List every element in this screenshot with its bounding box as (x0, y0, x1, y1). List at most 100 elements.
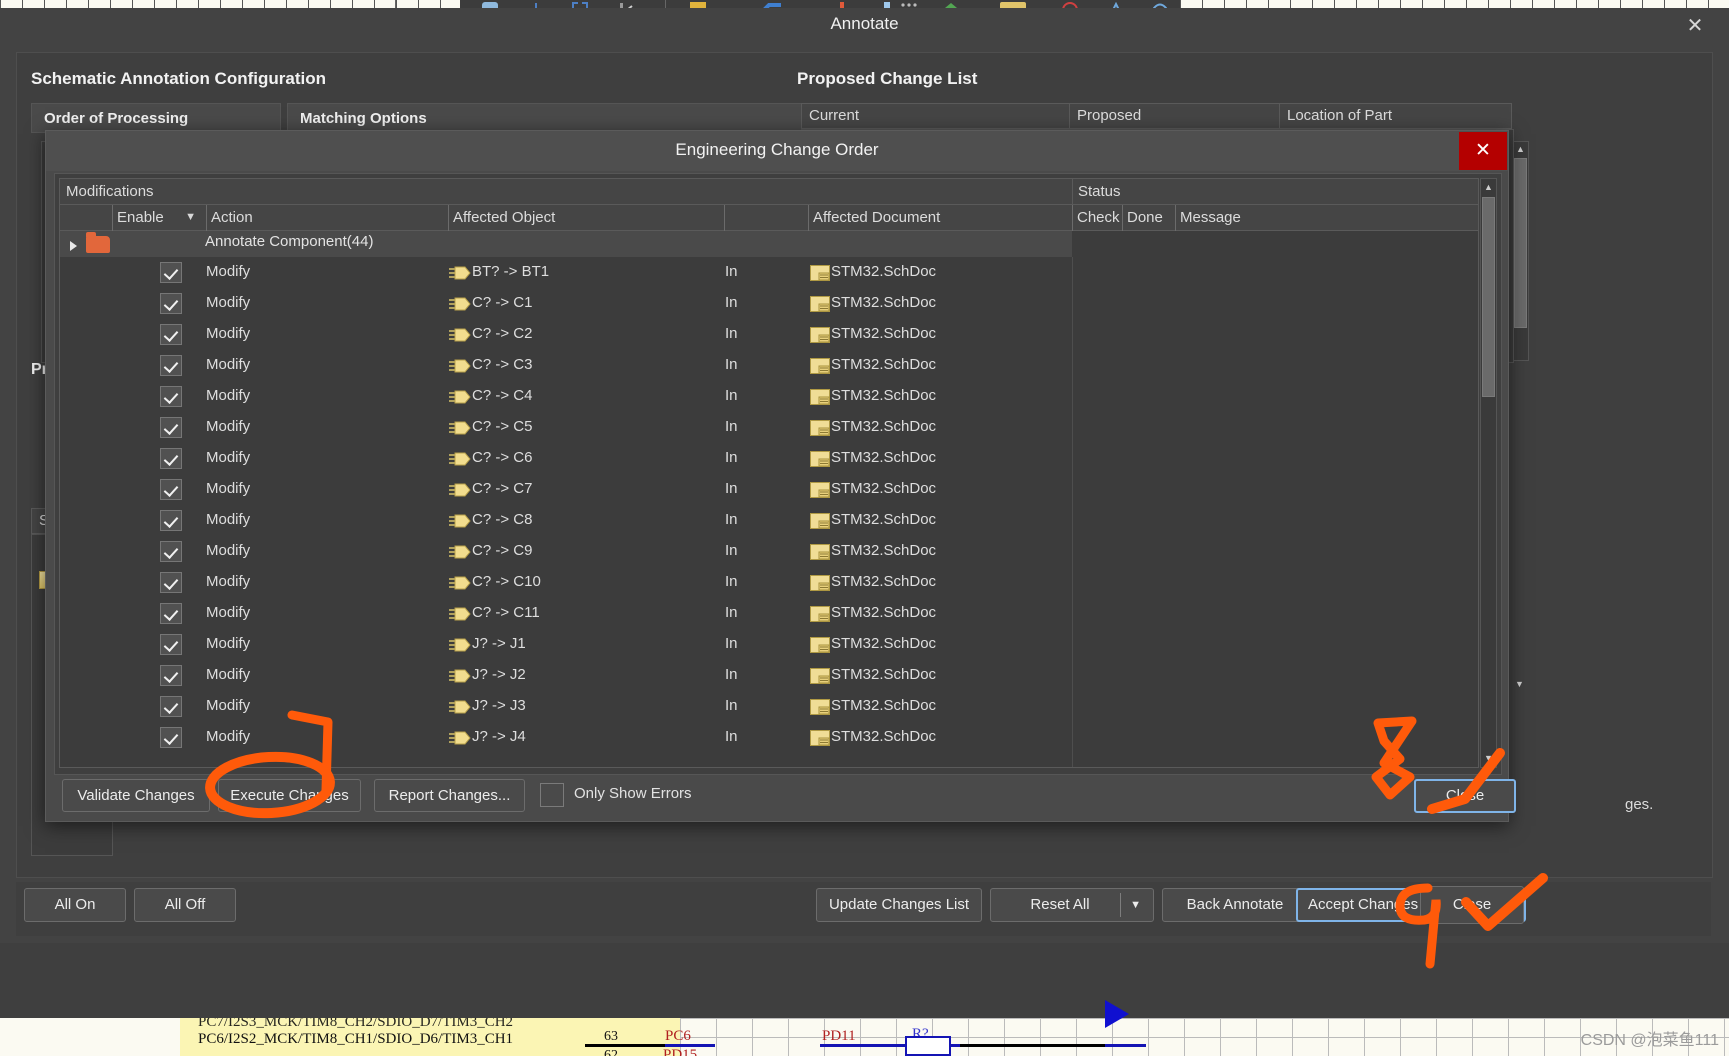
row-enable-checkbox[interactable] (160, 572, 182, 593)
table-row[interactable]: Modify J? -> J2 In STM32.SchDoc (60, 660, 1478, 691)
table-row[interactable]: Modify C? -> C6 In STM32.SchDoc (60, 443, 1478, 474)
update-changes-list-button[interactable]: Update Changes List (816, 888, 982, 922)
component-icon (449, 483, 471, 497)
scroll-up-arrow[interactable]: ▲ (1481, 180, 1496, 195)
back-annotate-button[interactable]: Back Annotate (1162, 888, 1308, 922)
table-row[interactable]: Modify C? -> C8 In STM32.SchDoc (60, 505, 1478, 536)
row-enable-checkbox[interactable] (160, 448, 182, 469)
proposed-scroll-down[interactable]: ▼ (1512, 673, 1529, 699)
row-enable-checkbox[interactable] (160, 727, 182, 748)
tab-order-of-processing[interactable]: Order of Processing (31, 103, 281, 133)
schematic-document-icon (810, 730, 830, 746)
row-enable-checkbox[interactable] (160, 417, 182, 438)
column-enable[interactable]: Enable ▼ (113, 205, 206, 231)
component-icon (449, 576, 471, 590)
row-enable-checkbox[interactable] (160, 355, 182, 376)
execute-changes-button[interactable]: Execute Changes (218, 779, 361, 812)
row-enable-checkbox[interactable] (160, 510, 182, 531)
row-affected-document: STM32.SchDoc (831, 263, 937, 280)
table-row[interactable]: Modify C? -> C10 In STM32.SchDoc (60, 567, 1478, 598)
row-affected-document: STM32.SchDoc (831, 511, 937, 528)
tab-matching-options[interactable]: Matching Options (287, 103, 802, 133)
scroll-up-arrow[interactable]: ▲ (1513, 142, 1528, 157)
table-row[interactable]: Modify BT? -> BT1 In STM32.SchDoc (60, 257, 1478, 288)
scroll-thumb[interactable] (1482, 197, 1495, 397)
expand-collapse-triangle-icon[interactable] (70, 241, 77, 251)
all-off-button[interactable]: All Off (134, 888, 236, 922)
eco-changes-grid: Modifications Status Enable ▼ Action Aff… (59, 178, 1479, 768)
eco-dialog-title: Engineering Change Order (675, 140, 879, 159)
column-affected-object[interactable]: Affected Object (449, 205, 724, 231)
chevron-down-icon[interactable]: ▼ (185, 205, 196, 230)
column-done[interactable]: Done (1123, 205, 1175, 231)
only-show-errors-label: Only Show Errors (574, 785, 692, 802)
only-show-errors-checkbox[interactable] (540, 783, 564, 807)
table-row[interactable]: Modify C? -> C2 In STM32.SchDoc (60, 319, 1478, 350)
row-in-label: In (725, 635, 738, 652)
resistor-symbol (905, 1036, 951, 1056)
schematic-cursor-arrow (1105, 1000, 1129, 1028)
row-affected-document: STM32.SchDoc (831, 542, 937, 559)
table-row[interactable]: Modify C? -> C3 In STM32.SchDoc (60, 350, 1478, 381)
scroll-down-arrow[interactable]: ▼ (1512, 677, 1527, 692)
column-current[interactable]: Current (801, 103, 1071, 129)
column-action[interactable]: Action (207, 205, 448, 231)
close-icon[interactable]: ✕ (1683, 16, 1707, 38)
table-row[interactable]: Modify C? -> C4 In STM32.SchDoc (60, 381, 1478, 412)
column-proposed[interactable]: Proposed (1069, 103, 1281, 129)
table-row[interactable]: Modify C? -> C9 In STM32.SchDoc (60, 536, 1478, 567)
table-row[interactable]: Modify J? -> J4 In STM32.SchDoc (60, 722, 1478, 753)
row-enable-checkbox[interactable] (160, 262, 182, 283)
column-message[interactable]: Message (1176, 205, 1478, 231)
row-enable-checkbox[interactable] (160, 696, 182, 717)
row-enable-checkbox[interactable] (160, 324, 182, 345)
eco-close-button[interactable]: Close (1414, 779, 1516, 813)
row-enable-checkbox[interactable] (160, 293, 182, 314)
annotate-titlebar: Annotate ✕ (0, 8, 1729, 44)
table-row[interactable]: Modify J? -> J1 In STM32.SchDoc (60, 629, 1478, 660)
row-affected-object: C? -> C8 (472, 511, 533, 528)
schematic-document-icon (810, 420, 830, 436)
row-affected-object: C? -> C3 (472, 356, 533, 373)
column-affected-document[interactable]: Affected Document (809, 205, 1072, 231)
scroll-down-arrow[interactable]: ▼ (1481, 751, 1496, 766)
row-enable-checkbox[interactable] (160, 386, 182, 407)
annotate-close-button[interactable]: Close (1420, 886, 1524, 924)
column-location-of-part[interactable]: Location of Part (1279, 103, 1512, 129)
all-on-button[interactable]: All On (24, 888, 126, 922)
group-header-modifications: Modifications (60, 179, 1072, 205)
table-row[interactable]: Modify J? -> J3 In STM32.SchDoc (60, 691, 1478, 722)
schematic-document-icon (810, 699, 830, 715)
eco-vertical-scrollbar[interactable]: ▲ ▼ (1480, 178, 1497, 768)
row-enable-checkbox[interactable] (160, 603, 182, 624)
scroll-thumb[interactable] (1514, 158, 1527, 328)
schematic-document-icon (810, 327, 830, 343)
validate-changes-button[interactable]: Validate Changes (62, 779, 210, 812)
row-enable-checkbox[interactable] (160, 665, 182, 686)
execute-changes-label: Execute Changes (230, 787, 349, 804)
row-affected-document: STM32.SchDoc (831, 449, 937, 466)
row-in-label: In (725, 325, 738, 342)
report-changes-button[interactable]: Report Changes... (374, 779, 525, 812)
table-row[interactable]: Modify C? -> C5 In STM32.SchDoc (60, 412, 1478, 443)
table-row[interactable]: Modify C? -> C11 In STM32.SchDoc (60, 598, 1478, 629)
wire-blue-2 (820, 1044, 910, 1047)
schematic-document-icon (810, 575, 830, 591)
proposed-list-scrollbar[interactable]: ▲ (1512, 141, 1529, 361)
column-check[interactable]: Check (1073, 205, 1122, 231)
table-row[interactable]: Modify C? -> C1 In STM32.SchDoc (60, 288, 1478, 319)
reset-all-divider (1120, 893, 1121, 917)
row-affected-object: J? -> J3 (472, 697, 526, 714)
component-icon (449, 452, 471, 466)
row-enable-checkbox[interactable] (160, 541, 182, 562)
chevron-down-icon[interactable]: ▼ (1130, 889, 1141, 921)
row-action: Modify (206, 635, 251, 652)
row-enable-checkbox[interactable] (160, 479, 182, 500)
table-row[interactable]: Modify C? -> C7 In STM32.SchDoc (60, 474, 1478, 505)
close-icon[interactable]: ✕ (1459, 132, 1507, 170)
reset-all-button[interactable]: Reset All ▼ (990, 888, 1154, 922)
component-icon (449, 638, 471, 652)
row-affected-object: C? -> C5 (472, 418, 533, 435)
row-enable-checkbox[interactable] (160, 634, 182, 655)
row-action: Modify (206, 573, 251, 590)
